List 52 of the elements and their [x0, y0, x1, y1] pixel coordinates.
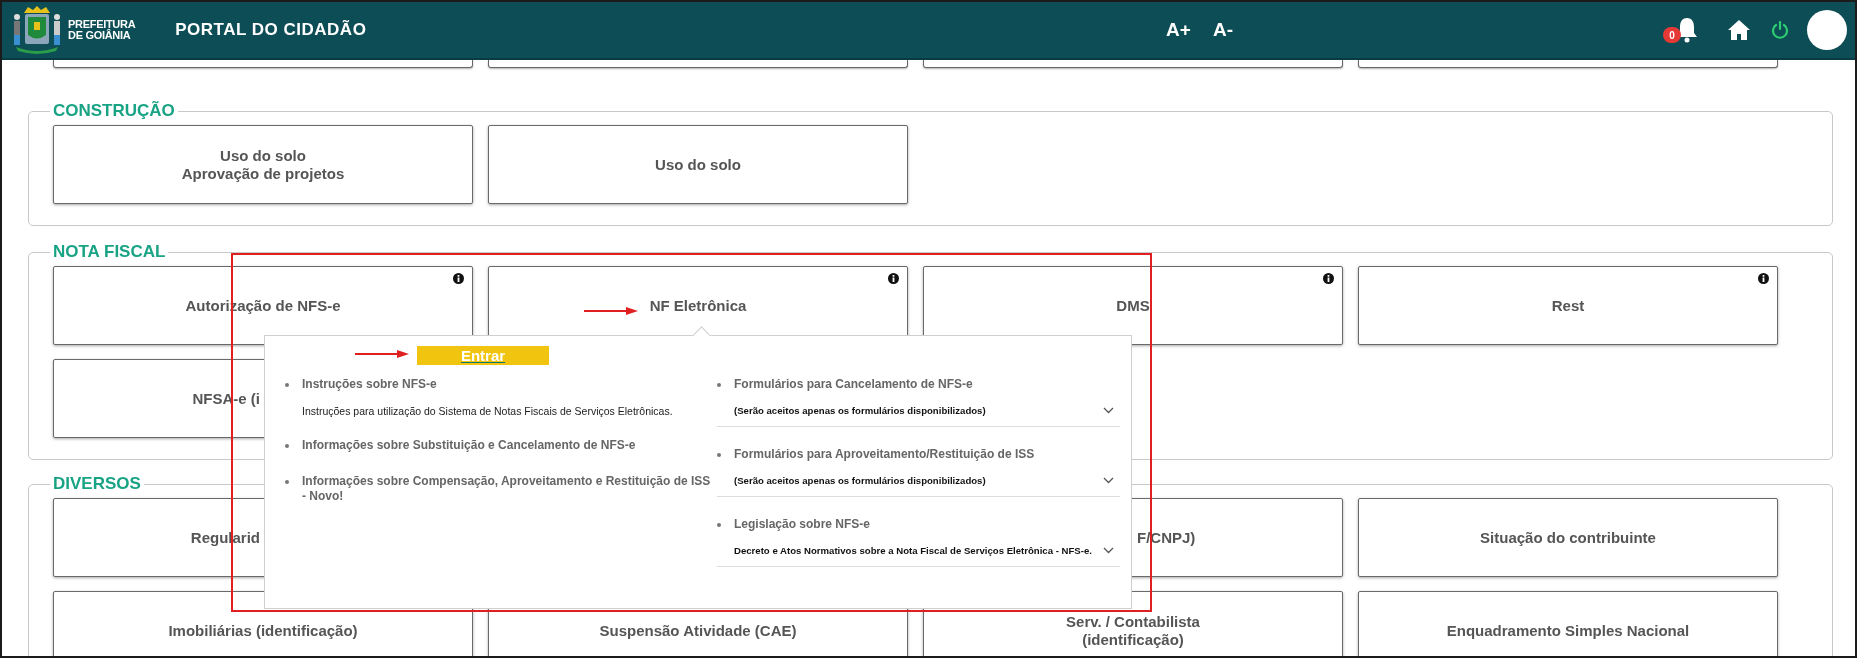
- card[interactable]: [488, 60, 908, 68]
- logo-text: PREFEITURA: [68, 19, 136, 30]
- info-icon[interactable]: [888, 273, 899, 284]
- service-card[interactable]: Enquadramento Simples Nacional: [1358, 591, 1778, 656]
- notification-badge: 0: [1663, 27, 1681, 43]
- card-label: Situação do contribuinte: [1480, 528, 1656, 547]
- info-icon[interactable]: [1323, 273, 1334, 284]
- bullet-icon: [285, 444, 289, 448]
- card-label: Suspensão Atividade (CAE): [599, 621, 797, 640]
- item-description: (Serão aceitos apenas os formulários disponibilizados): [734, 405, 986, 416]
- card[interactable]: [53, 60, 473, 68]
- section-title: NOTA FISCAL: [52, 242, 167, 262]
- logo-text: DE GOIÂNIA: [68, 30, 131, 41]
- arrow-icon: [584, 307, 638, 315]
- section-title: DIVERSOS: [52, 474, 142, 494]
- card-label: Uso do solo Aprovação de projetos: [181, 146, 345, 183]
- card-label: Enquadramento Simples Nacional: [1446, 621, 1690, 640]
- service-card[interactable]: Situação do contribuinte: [1358, 498, 1778, 577]
- portal-title: PORTAL DO CIDADÃO: [175, 20, 367, 40]
- arrow-icon: [355, 350, 409, 358]
- bullet-icon: [285, 383, 289, 387]
- chevron-down-icon[interactable]: [1103, 477, 1114, 484]
- card[interactable]: [923, 60, 1343, 68]
- avatar[interactable]: [1807, 10, 1847, 50]
- card-label: Uso do solo: [655, 155, 741, 174]
- home-icon[interactable]: [1727, 19, 1751, 41]
- bullet-icon: [717, 523, 721, 527]
- info-icon[interactable]: [453, 273, 464, 284]
- bullet-icon: [717, 453, 721, 457]
- info-link[interactable]: Formulários para Aproveitamento/Restituição de ISS: [734, 447, 1120, 462]
- chevron-down-icon[interactable]: [1103, 547, 1114, 554]
- card-label: DMS: [1116, 296, 1150, 315]
- card-label: NF Eletrônica: [649, 296, 747, 315]
- font-size-button[interactable]: A-: [1212, 19, 1233, 41]
- bullet-icon: [285, 480, 289, 484]
- card-label: Rest: [1551, 296, 1585, 315]
- chevron-down-icon[interactable]: [1103, 407, 1114, 414]
- service-card[interactable]: DMS: [923, 266, 1343, 345]
- bullet-icon: [717, 383, 721, 387]
- item-description: (Serão aceitos apenas os formulários disponibilizados): [734, 475, 986, 486]
- power-icon[interactable]: [1771, 21, 1789, 39]
- info-link[interactable]: Informações sobre Substituição e Cancelamento de NFS-e: [302, 438, 636, 453]
- section-title: CONSTRUÇÃO: [52, 101, 176, 121]
- card[interactable]: [1358, 60, 1778, 68]
- service-card[interactable]: Uso do solo: [488, 125, 908, 204]
- service-card[interactable]: Rest: [1358, 266, 1778, 345]
- service-card[interactable]: Uso do solo Aprovação de projetos: [53, 125, 473, 204]
- card-label: Imobiliárias (identificação): [168, 621, 358, 640]
- card-label: Serv. / Contabilista (identificação): [1066, 612, 1200, 649]
- info-icon[interactable]: [1758, 273, 1769, 284]
- font-size-button[interactable]: A+: [1166, 19, 1191, 41]
- info-link[interactable]: Formulários para Cancelamento de NFS-e: [734, 377, 1120, 392]
